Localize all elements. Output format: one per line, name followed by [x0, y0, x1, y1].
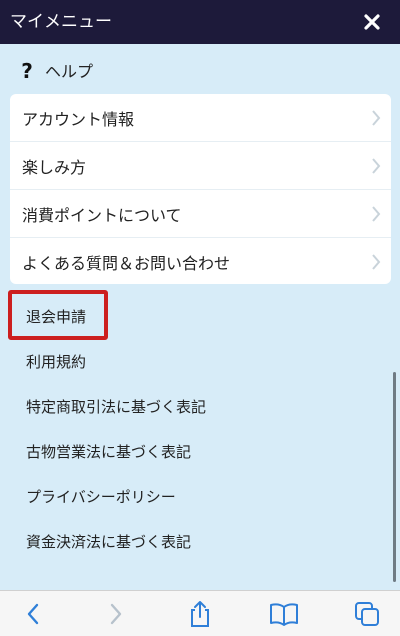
- bookmarks-button[interactable]: [267, 597, 301, 631]
- link-withdraw[interactable]: 退会申請: [26, 302, 86, 332]
- question-icon: ?: [14, 57, 40, 83]
- chevron-right-icon: [372, 206, 381, 222]
- header-bar: マイメニュー: [0, 0, 400, 44]
- chevron-right-icon: [372, 110, 381, 126]
- link-terms[interactable]: 利用規約: [26, 347, 86, 377]
- menu-item-label: アカウント情報: [22, 109, 135, 129]
- tabs-icon[interactable]: [354, 601, 380, 627]
- help-label: ヘルプ: [45, 62, 94, 81]
- svg-text:?: ?: [21, 59, 33, 81]
- forward-icon[interactable]: [108, 602, 124, 626]
- menu-item-faq-contact[interactable]: よくある質問＆お問い合わせ: [10, 238, 391, 284]
- forward-button[interactable]: [99, 597, 133, 631]
- chevron-right-icon: [372, 158, 381, 174]
- link-privacy-policy[interactable]: プライバシーポリシー: [26, 482, 176, 512]
- menu-item-label: よくある質問＆お問い合わせ: [22, 253, 231, 273]
- close-icon[interactable]: [363, 13, 381, 31]
- help-section-header: ? ヘルプ: [0, 54, 400, 86]
- help-card: アカウント情報 楽しみ方 消費ポイントについて よくある質問＆お問い合わせ: [10, 94, 391, 284]
- back-icon[interactable]: [25, 602, 41, 626]
- header-title: マイメニュー: [10, 12, 112, 32]
- menu-item-label: 楽しみ方: [22, 157, 87, 177]
- share-icon[interactable]: [188, 600, 212, 628]
- link-antique-law[interactable]: 古物営業法に基づく表記: [26, 437, 191, 467]
- menu-item-how-to-enjoy[interactable]: 楽しみ方: [10, 142, 391, 190]
- back-button[interactable]: [16, 597, 50, 631]
- link-payment-law[interactable]: 資金決済法に基づく表記: [26, 527, 191, 557]
- browser-toolbar: [0, 590, 400, 636]
- chevron-right-icon: [372, 254, 381, 270]
- link-commercial-law[interactable]: 特定商取引法に基づく表記: [26, 392, 206, 422]
- share-button[interactable]: [183, 597, 217, 631]
- tabs-button[interactable]: [350, 597, 384, 631]
- menu-item-account-info[interactable]: アカウント情報: [10, 94, 391, 142]
- scrollbar[interactable]: [393, 372, 396, 582]
- menu-item-label: 消費ポイントについて: [22, 205, 182, 225]
- menu-item-points[interactable]: 消費ポイントについて: [10, 190, 391, 238]
- close-button[interactable]: [356, 6, 388, 38]
- bookmarks-icon[interactable]: [269, 602, 299, 626]
